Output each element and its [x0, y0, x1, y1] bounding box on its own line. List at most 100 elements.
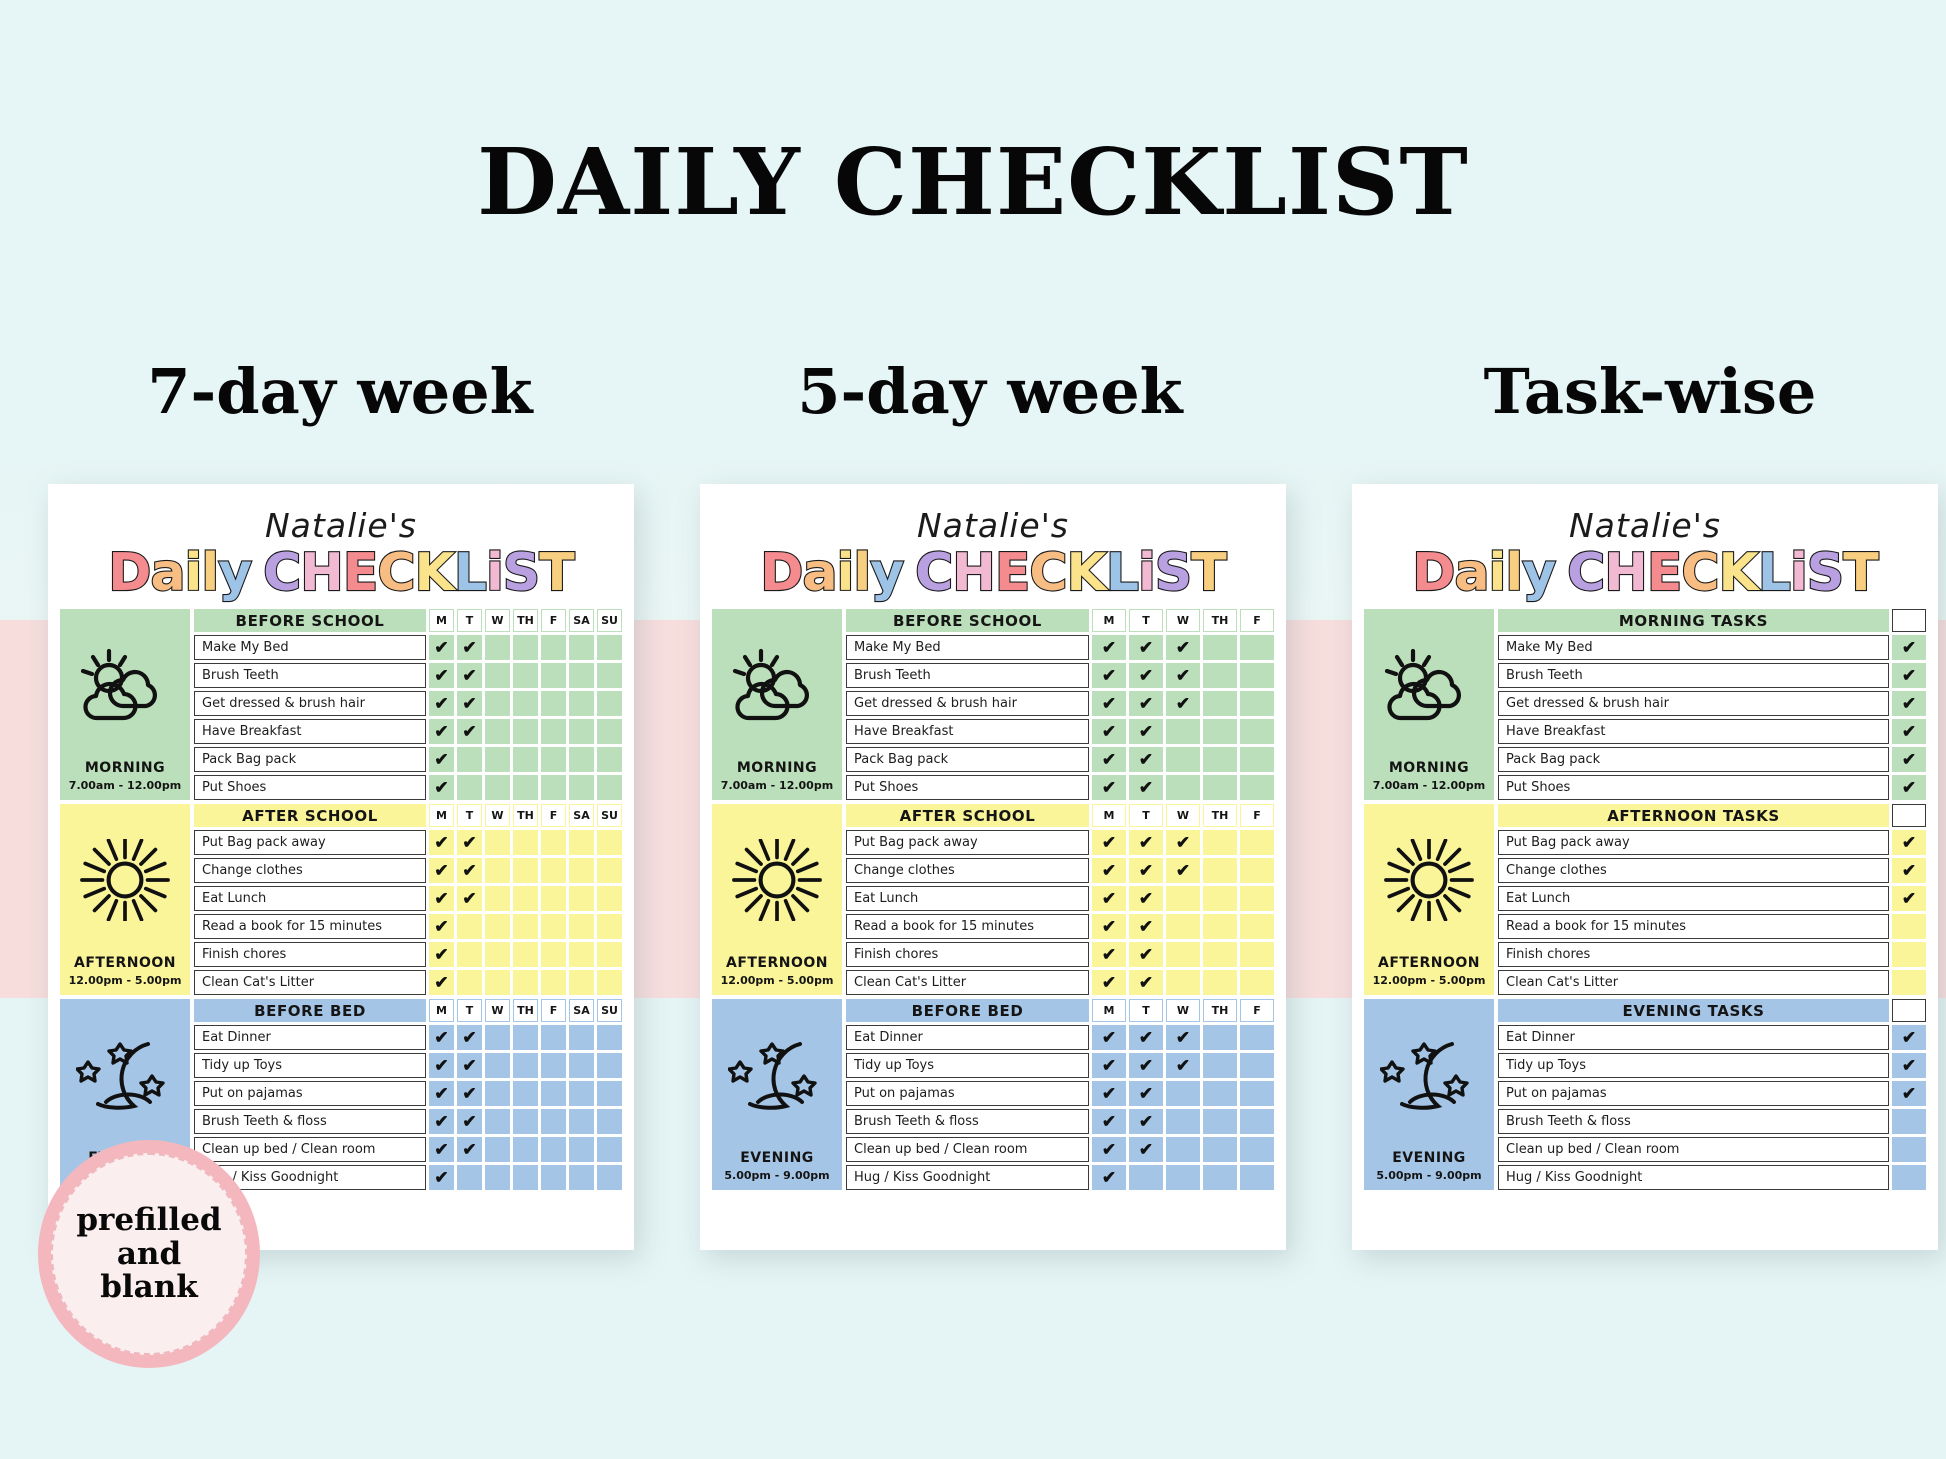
- checkbox-cell[interactable]: [485, 1109, 510, 1134]
- checkbox-cell[interactable]: [1166, 1165, 1200, 1190]
- checkbox-cell[interactable]: ✔: [1092, 830, 1126, 855]
- checkbox-cell[interactable]: ✔: [429, 1137, 454, 1162]
- checkbox-cell[interactable]: ✔: [1092, 1025, 1126, 1050]
- checkbox-cell[interactable]: ✔: [429, 691, 454, 716]
- checkbox-cell[interactable]: ✔: [429, 1109, 454, 1134]
- checkbox-cell[interactable]: [485, 747, 510, 772]
- checkbox-cell[interactable]: [541, 914, 566, 939]
- task-label[interactable]: Hug / Kiss Goodnight: [1498, 1165, 1889, 1190]
- checkbox-cell[interactable]: [1203, 1081, 1237, 1106]
- checkbox-cell[interactable]: ✔: [457, 719, 482, 744]
- checkbox-cell[interactable]: ✔: [457, 886, 482, 911]
- checkbox-cell[interactable]: [513, 970, 538, 995]
- checkbox-cell[interactable]: [597, 914, 622, 939]
- task-label[interactable]: Change clothes: [846, 858, 1089, 883]
- task-label[interactable]: Clean Cat's Litter: [1498, 970, 1889, 995]
- checkbox-cell[interactable]: [1203, 635, 1237, 660]
- task-label[interactable]: Make My Bed: [846, 635, 1089, 660]
- checkbox-cell[interactable]: [513, 1053, 538, 1078]
- checkbox-cell[interactable]: ✔: [429, 886, 454, 911]
- task-label[interactable]: Clean up bed / Clean room: [1498, 1137, 1889, 1162]
- checkbox-cell[interactable]: [597, 1053, 622, 1078]
- checkbox-cell[interactable]: ✔: [1092, 1081, 1126, 1106]
- checkbox-cell[interactable]: ✔: [1892, 691, 1926, 716]
- checkbox-cell[interactable]: [541, 747, 566, 772]
- checkbox-cell[interactable]: [597, 970, 622, 995]
- checklist-sheet-seven-day-week[interactable]: Natalie's Daily CHECKLiST MORNING 7.00am…: [48, 484, 634, 1250]
- checkbox-cell[interactable]: [485, 1165, 510, 1190]
- checkbox-cell[interactable]: ✔: [1166, 691, 1200, 716]
- checkbox-cell[interactable]: [569, 775, 594, 800]
- checkbox-cell[interactable]: [1166, 970, 1200, 995]
- checkbox-cell[interactable]: [1240, 1081, 1274, 1106]
- checkbox-cell[interactable]: [1203, 914, 1237, 939]
- checkbox-cell[interactable]: ✔: [1129, 747, 1163, 772]
- checkbox-cell[interactable]: [1166, 747, 1200, 772]
- checkbox-cell[interactable]: ✔: [429, 830, 454, 855]
- checkbox-cell[interactable]: [1166, 886, 1200, 911]
- task-label[interactable]: Brush Teeth & floss: [1498, 1109, 1889, 1134]
- checkbox-cell[interactable]: ✔: [1092, 691, 1126, 716]
- checkbox-cell[interactable]: [485, 830, 510, 855]
- checkbox-cell[interactable]: [1240, 914, 1274, 939]
- checkbox-cell[interactable]: ✔: [1092, 1053, 1126, 1078]
- checkbox-cell[interactable]: [1240, 942, 1274, 967]
- checkbox-cell[interactable]: [541, 775, 566, 800]
- task-wise-header-checkbox[interactable]: [1892, 999, 1926, 1022]
- checkbox-cell[interactable]: ✔: [1892, 1025, 1926, 1050]
- checkbox-cell[interactable]: [541, 663, 566, 688]
- task-label[interactable]: Tidy up Toys: [1498, 1053, 1889, 1078]
- checkbox-cell[interactable]: ✔: [429, 663, 454, 688]
- task-label[interactable]: Get dressed & brush hair: [1498, 691, 1889, 716]
- checkbox-cell[interactable]: [1240, 663, 1274, 688]
- checkbox-cell[interactable]: [541, 1053, 566, 1078]
- task-label[interactable]: Change clothes: [1498, 858, 1889, 883]
- checkbox-cell[interactable]: [541, 1137, 566, 1162]
- checkbox-cell[interactable]: [1240, 1025, 1274, 1050]
- checkbox-cell[interactable]: ✔: [1892, 775, 1926, 800]
- checkbox-cell[interactable]: [485, 719, 510, 744]
- task-label[interactable]: Read a book for 15 minutes: [846, 914, 1089, 939]
- task-label[interactable]: Put on pajamas: [1498, 1081, 1889, 1106]
- task-label[interactable]: Put on pajamas: [846, 1081, 1089, 1106]
- checkbox-cell[interactable]: [597, 1137, 622, 1162]
- checkbox-cell[interactable]: [1166, 719, 1200, 744]
- checkbox-cell[interactable]: [513, 942, 538, 967]
- checkbox-cell[interactable]: [1240, 970, 1274, 995]
- task-label[interactable]: Eat Dinner: [1498, 1025, 1889, 1050]
- checkbox-cell[interactable]: [513, 719, 538, 744]
- checkbox-cell[interactable]: [1166, 942, 1200, 967]
- checkbox-cell[interactable]: ✔: [1092, 942, 1126, 967]
- checkbox-cell[interactable]: [541, 970, 566, 995]
- checkbox-cell[interactable]: ✔: [1166, 830, 1200, 855]
- checkbox-cell[interactable]: ✔: [1129, 1053, 1163, 1078]
- checkbox-cell[interactable]: [485, 858, 510, 883]
- task-label[interactable]: Eat Lunch: [194, 886, 426, 911]
- checkbox-cell[interactable]: [597, 663, 622, 688]
- checkbox-cell[interactable]: [597, 719, 622, 744]
- task-label[interactable]: Pack Bag pack: [194, 747, 426, 772]
- checkbox-cell[interactable]: [1892, 1137, 1926, 1162]
- checkbox-cell[interactable]: [541, 635, 566, 660]
- task-label[interactable]: Brush Teeth & floss: [194, 1109, 426, 1134]
- task-label[interactable]: Make My Bed: [194, 635, 426, 660]
- checkbox-cell[interactable]: [1240, 1165, 1274, 1190]
- task-label[interactable]: Brush Teeth: [194, 663, 426, 688]
- checkbox-cell[interactable]: [1240, 858, 1274, 883]
- task-label[interactable]: Tidy up Toys: [846, 1053, 1089, 1078]
- checkbox-cell[interactable]: [485, 663, 510, 688]
- checkbox-cell[interactable]: [597, 886, 622, 911]
- checkbox-cell[interactable]: ✔: [1129, 942, 1163, 967]
- checkbox-cell[interactable]: [597, 1109, 622, 1134]
- checkbox-cell[interactable]: [1203, 942, 1237, 967]
- checkbox-cell[interactable]: ✔: [1129, 719, 1163, 744]
- task-label[interactable]: Have Breakfast: [1498, 719, 1889, 744]
- checkbox-cell[interactable]: [1240, 719, 1274, 744]
- checkbox-cell[interactable]: ✔: [1892, 1053, 1926, 1078]
- checkbox-cell[interactable]: ✔: [457, 663, 482, 688]
- checkbox-cell[interactable]: [1203, 858, 1237, 883]
- checkbox-cell[interactable]: ✔: [1092, 635, 1126, 660]
- checkbox-cell[interactable]: [485, 942, 510, 967]
- checkbox-cell[interactable]: [485, 970, 510, 995]
- checkbox-cell[interactable]: [1240, 1137, 1274, 1162]
